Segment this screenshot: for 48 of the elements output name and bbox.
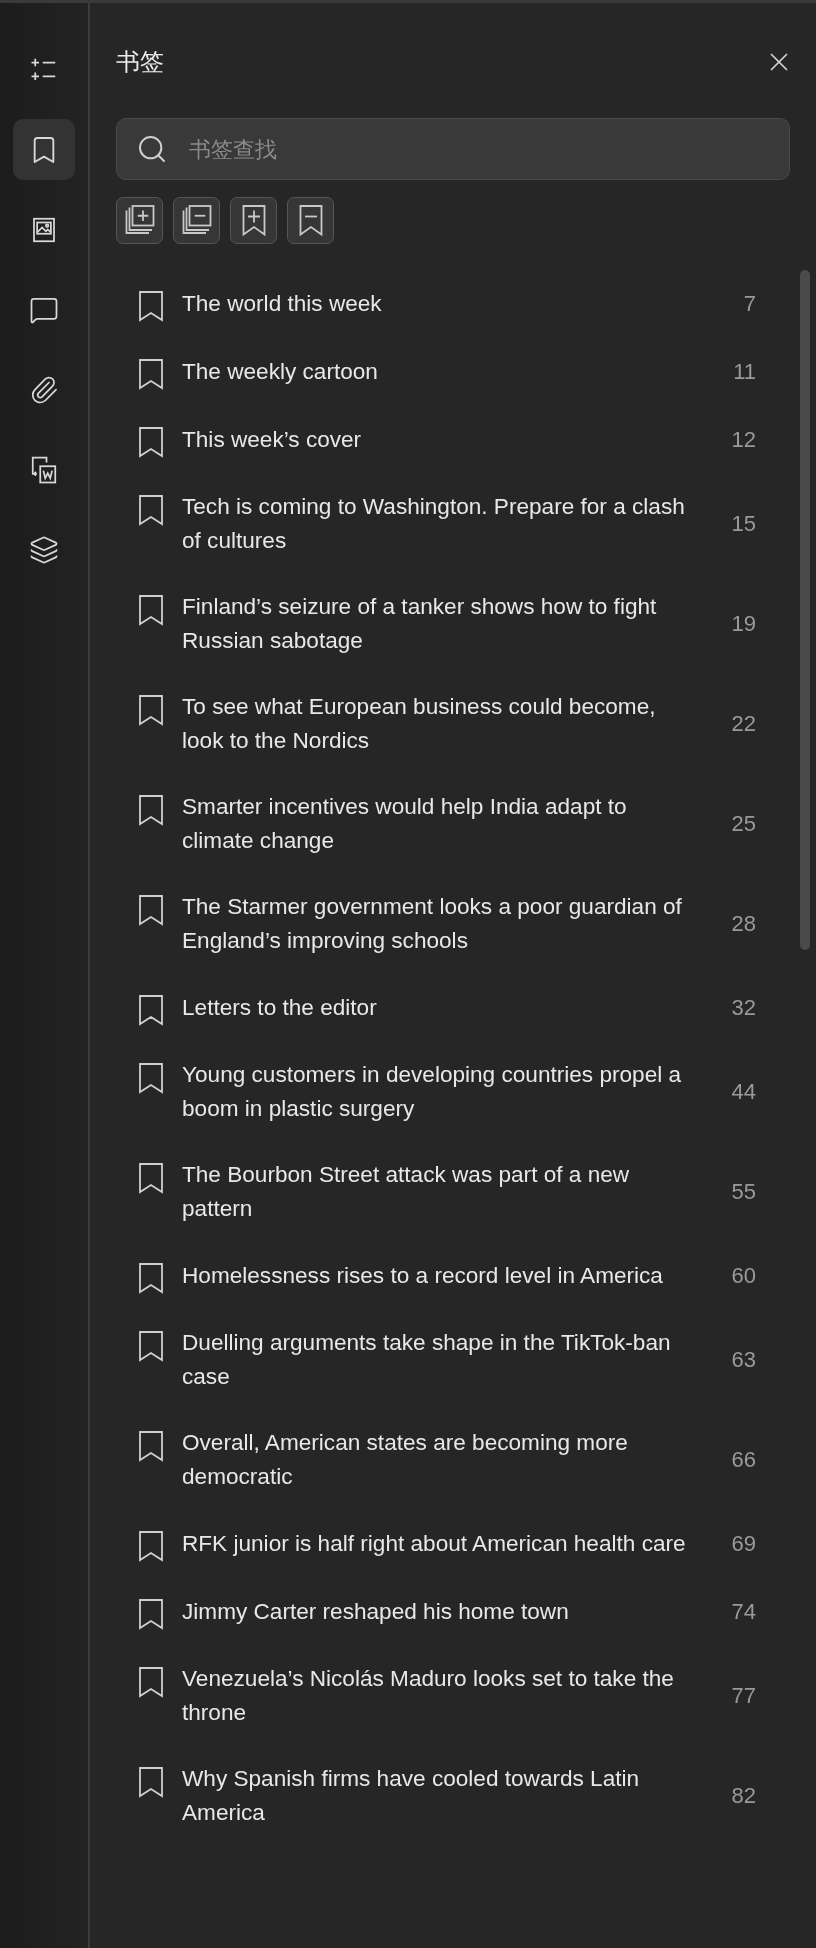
- page-number: 22: [730, 711, 756, 737]
- scrollbar-thumb[interactable]: [800, 270, 810, 950]
- bookmark-title[interactable]: Letters to the editor: [182, 991, 694, 1025]
- page-number: 12: [730, 427, 756, 453]
- bookmark-title[interactable]: Why Spanish firms have cooled towards Latin America: [182, 1762, 694, 1830]
- bookmark-title[interactable]: Venezuela’s Nicolás Maduro looks set to take the throne: [182, 1662, 694, 1730]
- bookmark-title[interactable]: Tech is coming to Washington. Prepare for a clash of cultures: [182, 490, 694, 558]
- page-number: 15: [730, 511, 756, 537]
- toolbar-button[interactable]: [116, 197, 163, 244]
- page-number: 11: [732, 359, 756, 385]
- bookmark-title[interactable]: Overall, American states are becoming more democratic: [182, 1426, 694, 1494]
- search-field[interactable]: 书签查找: [116, 118, 790, 180]
- panel-title: 书签: [116, 47, 164, 78]
- layers-icon: [29, 534, 59, 565]
- bookmark-title[interactable]: Homelessness rises to a record level in America: [182, 1259, 694, 1293]
- page-number: 44: [730, 1079, 756, 1105]
- page-number: 32: [730, 995, 756, 1021]
- page-number: 55: [730, 1179, 756, 1205]
- page-number: 82: [730, 1783, 756, 1809]
- page-number: 7: [742, 291, 756, 317]
- word-convert-icon: [29, 454, 59, 485]
- page-number: 60: [730, 1263, 756, 1289]
- page-number: 77: [730, 1683, 756, 1709]
- bookmark-title[interactable]: The Bourbon Street attack was part of a new pattern: [182, 1158, 694, 1226]
- paperclip-icon: [29, 374, 59, 405]
- toolbar-button[interactable]: [173, 197, 220, 244]
- toolbar-button[interactable]: [287, 197, 334, 244]
- bookmark-title[interactable]: Finland’s seizure of a tanker shows how to fight Russian sabotage: [182, 590, 694, 658]
- bookmark-title[interactable]: The world this week: [182, 287, 694, 321]
- toolbar-button[interactable]: [230, 197, 277, 244]
- page-number: 19: [730, 611, 756, 637]
- page-number: 25: [730, 811, 756, 837]
- page-number: 74: [730, 1599, 756, 1625]
- bookmark-title[interactable]: Jimmy Carter reshaped his home town: [182, 1595, 694, 1629]
- page-number: 69: [730, 1531, 756, 1557]
- search-icon: [136, 133, 168, 165]
- page-number: 66: [730, 1447, 756, 1473]
- bookmark-title[interactable]: RFK junior is half right about American health care: [182, 1527, 694, 1561]
- bookmark-title[interactable]: The weekly cartoon: [182, 355, 694, 389]
- bookmark-title[interactable]: The Starmer government looks a poor guardian of England’s improving schools: [182, 890, 694, 958]
- page-number: 28: [730, 911, 756, 937]
- bookmark-title[interactable]: Duelling arguments take shape in the TikTok-ban case: [182, 1326, 694, 1394]
- page-number: 63: [730, 1347, 756, 1373]
- bookmark-title[interactable]: Young customers in developing countries propel a boom in plastic surgery: [182, 1058, 694, 1126]
- bookmark-title[interactable]: To see what European business could become, look to the Nordics: [182, 690, 694, 758]
- bookmark-title[interactable]: Smarter incentives would help India adapt to climate change: [182, 790, 694, 858]
- bookmark-title[interactable]: This week’s cover: [182, 423, 694, 457]
- sidebar-tab[interactable]: [13, 119, 75, 180]
